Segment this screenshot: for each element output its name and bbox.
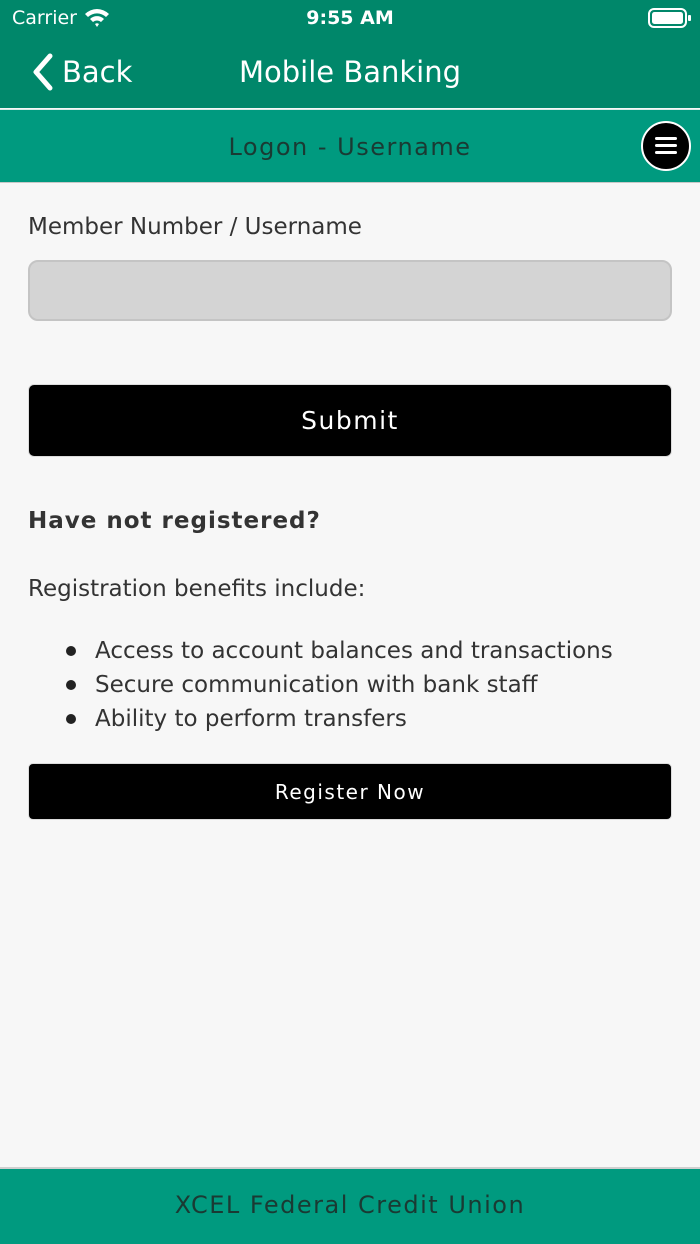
bullet-icon <box>66 714 76 724</box>
section-title: Logon - Username <box>228 133 472 161</box>
register-now-button[interactable]: Register Now <box>28 763 672 820</box>
bullet-icon <box>66 646 76 656</box>
footer-text: XCEL Federal Credit Union <box>174 1191 526 1219</box>
navigation-bar: Carrier 9:55 AM Back Mobile Banking <box>0 0 700 108</box>
hamburger-menu-icon <box>655 137 677 154</box>
submit-button[interactable]: Submit <box>28 384 672 457</box>
menu-button[interactable] <box>641 121 691 171</box>
username-input[interactable] <box>28 260 672 321</box>
list-item: Access to account balances and transacti… <box>28 634 613 668</box>
username-label: Member Number / Username <box>28 214 362 240</box>
benefits-intro: Registration benefits include: <box>28 576 366 602</box>
status-time: 9:55 AM <box>306 7 394 29</box>
benefit-text: Secure communication with bank staff <box>95 672 538 698</box>
list-item: Ability to perform transfers <box>28 702 613 736</box>
footer: XCEL Federal Credit Union <box>0 1167 700 1244</box>
bullet-icon <box>66 680 76 690</box>
list-item: Secure communication with bank staff <box>28 668 613 702</box>
register-heading: Have not registered? <box>28 508 321 534</box>
section-header: Logon - Username <box>0 109 700 183</box>
battery-icon <box>648 8 691 28</box>
benefit-text: Access to account balances and transacti… <box>95 638 613 664</box>
benefit-text: Ability to perform transfers <box>95 706 407 732</box>
page-title: Mobile Banking <box>238 55 462 89</box>
benefits-list: Access to account balances and transacti… <box>28 634 613 736</box>
